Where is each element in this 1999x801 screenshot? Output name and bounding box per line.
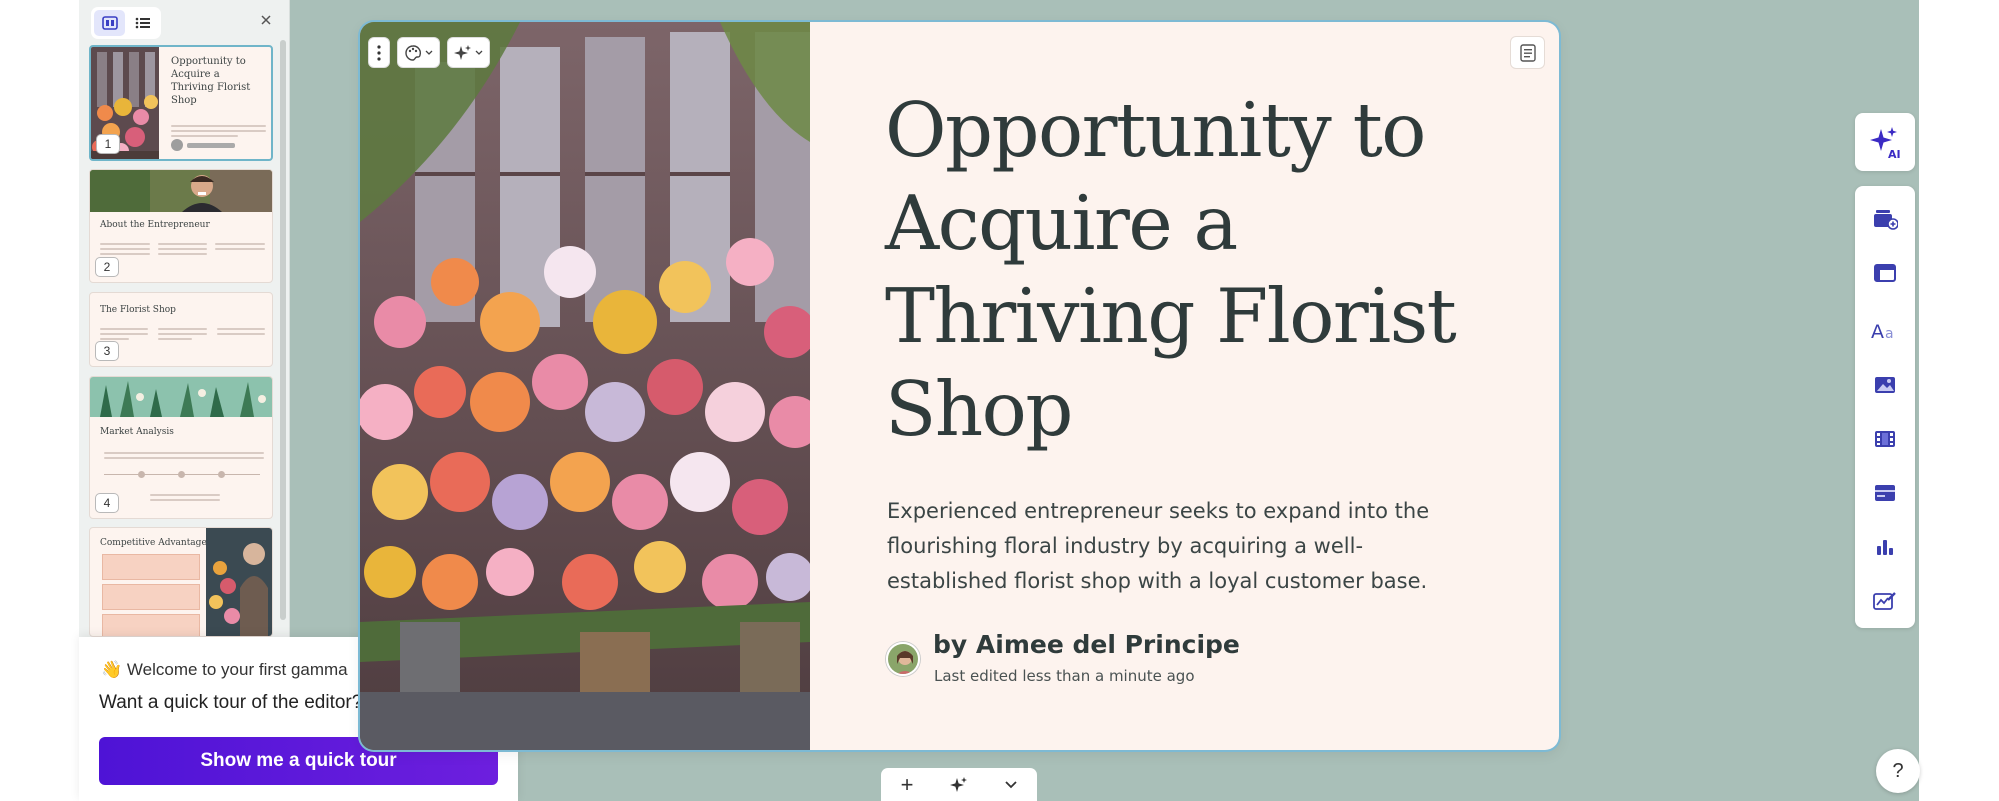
thumb-timeline-dot [178,471,185,478]
notes-icon [1519,43,1536,62]
help-button[interactable]: ? [1876,749,1920,793]
card-ai-button[interactable] [447,37,490,68]
svg-text:a: a [1885,326,1894,341]
sidebar-close-button[interactable] [255,9,277,31]
video-button[interactable] [1870,424,1900,454]
slide-subtitle[interactable]: Experienced entrepreneur seeks to expand… [887,494,1467,599]
more-icon [377,44,381,61]
list-view-icon [135,17,150,29]
card-layout-icon [1874,264,1896,282]
add-options-dropdown[interactable] [985,768,1037,801]
ai-sparkle-icon [950,776,967,792]
insert-toolbar: Aa [1855,186,1915,628]
list-view-tab[interactable] [127,10,158,36]
thumb-avatar [171,139,183,151]
edit-chart-icon [1873,592,1896,610]
slide-number: 1 [96,134,120,154]
author-name: by Aimee del Principe [933,630,1240,659]
image-button[interactable] [1870,370,1900,400]
add-card-button[interactable] [1870,204,1900,234]
diagram-button[interactable] [1870,586,1900,616]
card-notes-button[interactable] [1510,36,1545,69]
florist-arranging-thumb [206,528,272,636]
thumb-columns [100,325,265,340]
sidebar-scrollbar[interactable] [280,40,286,620]
thumb-feature-box [102,614,200,636]
slide-thumbnail-title: Opportunity to Acquire a Thriving Floris… [171,56,251,106]
card-toolbar [368,37,490,68]
slide-thumbnail-title: About the Entrepreneur [100,220,210,230]
title-slide-card[interactable]: Opportunity to Acquire a Thriving Floris… [360,22,1559,750]
embed-icon [1875,485,1895,501]
cards-view-icon [101,16,118,30]
chevron-down-icon [1005,780,1017,788]
slide-thumbnail-5[interactable]: Competitive Advantage [89,527,273,637]
last-edited-text: Last edited less than a minute ago [934,667,1195,685]
slide-number: 4 [95,493,119,513]
thumb-text-lines [104,449,264,459]
add-card-bar: + [881,768,1037,801]
thumb-text-lines [150,491,220,501]
slide-thumbnail-title: Market Analysis [100,427,174,437]
card-theme-button[interactable] [397,37,440,68]
sidebar-view-tabs [91,7,161,39]
slide-thumbnail-title: The Florist Shop [100,305,176,315]
author-avatar [886,642,920,676]
slide-thumbnail-4[interactable]: Market Analysis 4 [89,376,273,519]
chevron-down-icon [425,50,433,55]
ai-assistant-button[interactable]: AI [1855,113,1915,171]
thumb-timeline-dot [218,471,225,478]
slide-title[interactable]: Opportunity to Acquire a Thriving Floris… [885,84,1505,456]
tour-question-text: Want a quick tour of the editor? [99,692,363,713]
thumb-feature-box [102,554,200,580]
ai-add-card-button[interactable] [933,768,985,801]
cards-view-tab[interactable] [94,10,125,36]
slide-thumbnail-3[interactable]: The Florist Shop 3 [89,292,273,367]
tour-welcome-text: 👋 Welcome to your first gamma [101,660,348,679]
embed-button[interactable] [1870,478,1900,508]
image-icon [1875,377,1895,393]
ai-label: AI [1888,148,1901,159]
add-card-icon [1874,210,1898,230]
theme-palette-icon [405,44,421,61]
slide-thumbnail-1[interactable]: Opportunity to Acquire a Thriving Floris… [89,45,273,161]
chart-icon [1877,540,1893,555]
chart-button[interactable] [1870,532,1900,562]
svg-text:A: A [1871,321,1884,341]
florist-shop-photo [360,22,810,750]
plants-banner-thumb [90,377,272,417]
window-margin [1919,0,1999,801]
ai-sparkle-icon [454,44,471,60]
video-icon [1875,431,1895,447]
close-icon [261,15,271,25]
slide-thumbnail-title: Competitive Advantage [100,538,207,548]
florist-shop-image [360,22,810,750]
thumb-author-line [187,143,235,148]
thumb-timeline-dot [138,471,145,478]
add-card-button[interactable]: + [881,768,933,801]
text-styles-button[interactable]: Aa [1870,316,1900,346]
thumb-text-lines [171,122,266,137]
entrepreneur-photo-thumb [90,170,272,212]
thumb-columns [100,240,266,255]
thumb-feature-box [102,584,200,610]
slide-number: 3 [95,341,119,361]
ai-sparkle-icon: AI [1870,127,1901,159]
text-styles-icon: Aa [1871,321,1894,341]
chevron-down-icon [475,50,483,55]
slide-number: 2 [95,257,119,277]
card-menu-button[interactable] [368,37,390,68]
slide-thumbnail-2[interactable]: About the Entrepreneur 2 [89,169,273,283]
plus-icon: + [900,771,914,797]
card-layout-button[interactable] [1870,258,1900,288]
